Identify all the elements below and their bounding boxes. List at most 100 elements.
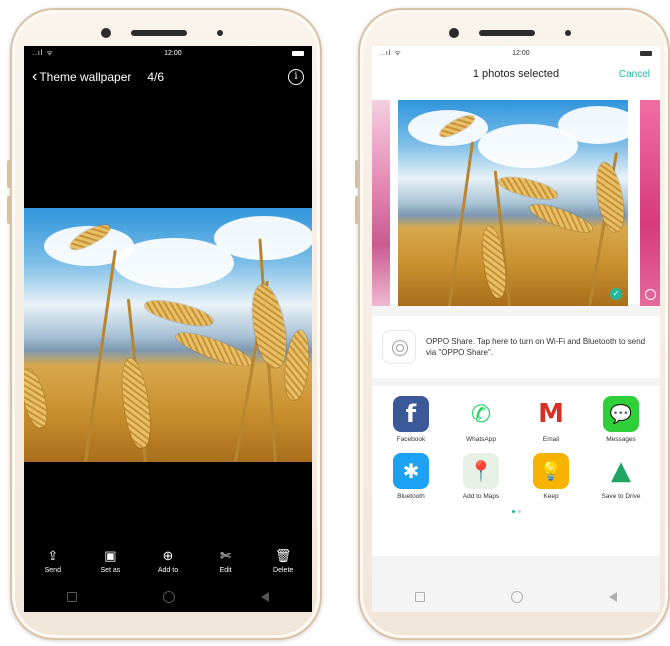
selection-title: 1 photos selected xyxy=(472,68,560,80)
proximity-sensor xyxy=(565,30,571,36)
magic-wand-icon: ✄ xyxy=(220,548,232,563)
back-triangle-icon[interactable] xyxy=(261,592,269,602)
app-label: Save to Drive xyxy=(601,493,641,500)
oppo-share-text: OPPO Share. Tap here to turn on Wi-Fi an… xyxy=(426,337,646,357)
album-title[interactable]: Theme wallpaper xyxy=(39,70,131,84)
phone-right: ..ıl ᯤ 12:00 1 photos selected Cancel ✓ … xyxy=(355,8,670,640)
app-label: WhatsApp xyxy=(466,436,496,443)
status-time: 12:00 xyxy=(512,49,530,57)
set-as-button[interactable]: ▣ Set as xyxy=(86,548,134,582)
share-add-to-maps[interactable]: 📍 Add to Maps xyxy=(448,453,514,500)
share-whatsapp[interactable]: ✆ WhatsApp xyxy=(448,396,514,443)
send-button[interactable]: ⇪ Send xyxy=(29,548,77,582)
cancel-button[interactable]: Cancel xyxy=(619,69,650,80)
gallery-screen: ..ıl ᯤ 12:00 ‹ Theme wallpaper 4/6 i ⇪ S… xyxy=(24,46,312,612)
recents-square-icon[interactable] xyxy=(67,592,77,602)
share-bluetooth[interactable]: ✱ Bluetooth xyxy=(378,453,444,500)
page-dot xyxy=(517,510,521,513)
phone-earpiece xyxy=(91,26,241,40)
back-arrow-icon[interactable]: ‹ xyxy=(32,68,37,86)
front-camera xyxy=(101,28,111,38)
next-photo-thumb[interactable] xyxy=(640,100,660,306)
oppo-share-banner[interactable]: OPPO Share. Tap here to turn on Wi-Fi an… xyxy=(372,316,660,378)
oppo-share-ring-icon xyxy=(396,344,404,352)
apps-row: f Facebook ✆ WhatsApp M Email 💬 Messages xyxy=(378,396,654,443)
front-camera xyxy=(449,28,459,38)
volume-up-button xyxy=(355,160,359,188)
signal-icon: ..ıl ᯤ xyxy=(380,49,402,57)
system-nav-bar xyxy=(24,582,312,612)
share-messages[interactable]: 💬 Messages xyxy=(588,396,654,443)
selected-check-icon[interactable]: ✓ xyxy=(610,288,622,300)
info-icon[interactable]: i xyxy=(288,69,304,85)
system-nav-bar xyxy=(372,582,660,612)
drive-icon: ▲ xyxy=(603,453,639,489)
wheat-field-photo[interactable] xyxy=(24,208,312,462)
share-keep[interactable]: 💡 Keep xyxy=(518,453,584,500)
selected-wheat-photo[interactable]: ✓ xyxy=(398,100,628,306)
delete-button[interactable]: 🗑 Delete xyxy=(259,548,307,582)
share-screen: ..ıl ᯤ 12:00 1 photos selected Cancel ✓ … xyxy=(372,46,660,612)
wheat-ear xyxy=(142,295,216,331)
trash-icon: 🗑 xyxy=(274,548,292,563)
whatsapp-icon: ✆ xyxy=(463,396,499,432)
selected-photos-strip[interactable]: ✓ xyxy=(372,88,660,306)
edit-label: Edit xyxy=(219,567,232,574)
recents-square-icon[interactable] xyxy=(415,592,425,602)
volume-down-button xyxy=(7,196,11,224)
gallery-header: ‹ Theme wallpaper 4/6 i xyxy=(24,60,312,94)
add-to-label: Add to xyxy=(157,567,179,574)
status-bar: ..ıl ᯤ 12:00 xyxy=(372,46,660,60)
app-label: Add to Maps xyxy=(462,493,500,500)
previous-photo-thumb[interactable] xyxy=(372,100,390,306)
cloud-shape xyxy=(214,216,312,260)
image-icon: ▣ xyxy=(104,548,117,563)
volume-down-button xyxy=(355,196,359,224)
status-bar: ..ıl ᯤ 12:00 xyxy=(24,46,312,60)
delete-label: Delete xyxy=(273,567,294,574)
share-email[interactable]: M Email xyxy=(518,396,584,443)
speaker-grille xyxy=(479,30,535,36)
phone-left: ..ıl ᯤ 12:00 ‹ Theme wallpaper 4/6 i ⇪ S… xyxy=(7,8,322,640)
page-dot-active xyxy=(511,510,515,513)
edit-button[interactable]: ✄ Edit xyxy=(202,548,250,582)
send-label: Send xyxy=(44,567,61,574)
add-to-button[interactable]: ⊕ Add to xyxy=(144,548,192,582)
page-indicator xyxy=(378,510,654,513)
phone-earpiece xyxy=(439,26,589,40)
app-label: Bluetooth xyxy=(397,493,425,500)
share-header: 1 photos selected Cancel xyxy=(372,60,660,88)
wheat-ear xyxy=(592,160,628,234)
battery-icon xyxy=(639,50,652,56)
gmail-icon: M xyxy=(533,396,569,432)
signal-icon: ..ıl ᯤ xyxy=(32,49,54,57)
oppo-share-icon xyxy=(382,330,416,364)
apps-row: ✱ Bluetooth 📍 Add to Maps 💡 Keep ▲ Save … xyxy=(378,453,654,500)
gallery-toolbar: ⇪ Send ▣ Set as ⊕ Add to ✄ Edit 🗑 Delete xyxy=(24,548,312,582)
bluetooth-icon: ✱ xyxy=(393,453,429,489)
app-label: Messages xyxy=(606,436,636,443)
app-label: Facebook xyxy=(396,436,426,443)
battery-icon xyxy=(291,50,304,56)
volume-up-button xyxy=(7,160,11,188)
status-time: 12:00 xyxy=(164,49,182,57)
share-save-to-drive[interactable]: ▲ Save to Drive xyxy=(588,453,654,500)
set-as-label: Set as xyxy=(100,567,121,574)
speaker-grille xyxy=(131,30,187,36)
plus-circle-icon: ⊕ xyxy=(162,548,174,563)
wheat-ear xyxy=(496,172,560,204)
wheat-ear xyxy=(117,356,155,450)
app-label: Email xyxy=(542,436,560,443)
share-facebook[interactable]: f Facebook xyxy=(378,396,444,443)
keep-icon: 💡 xyxy=(533,453,569,489)
maps-icon: 📍 xyxy=(463,453,499,489)
app-label: Keep xyxy=(543,493,559,500)
wheat-ear xyxy=(527,199,595,237)
unselected-ring-icon[interactable] xyxy=(645,289,656,300)
home-circle-icon[interactable] xyxy=(163,591,175,603)
wheat-ear xyxy=(24,366,51,430)
home-circle-icon[interactable] xyxy=(511,591,523,603)
back-triangle-icon[interactable] xyxy=(609,592,617,602)
facebook-icon: f xyxy=(393,396,429,432)
messages-icon: 💬 xyxy=(603,396,639,432)
